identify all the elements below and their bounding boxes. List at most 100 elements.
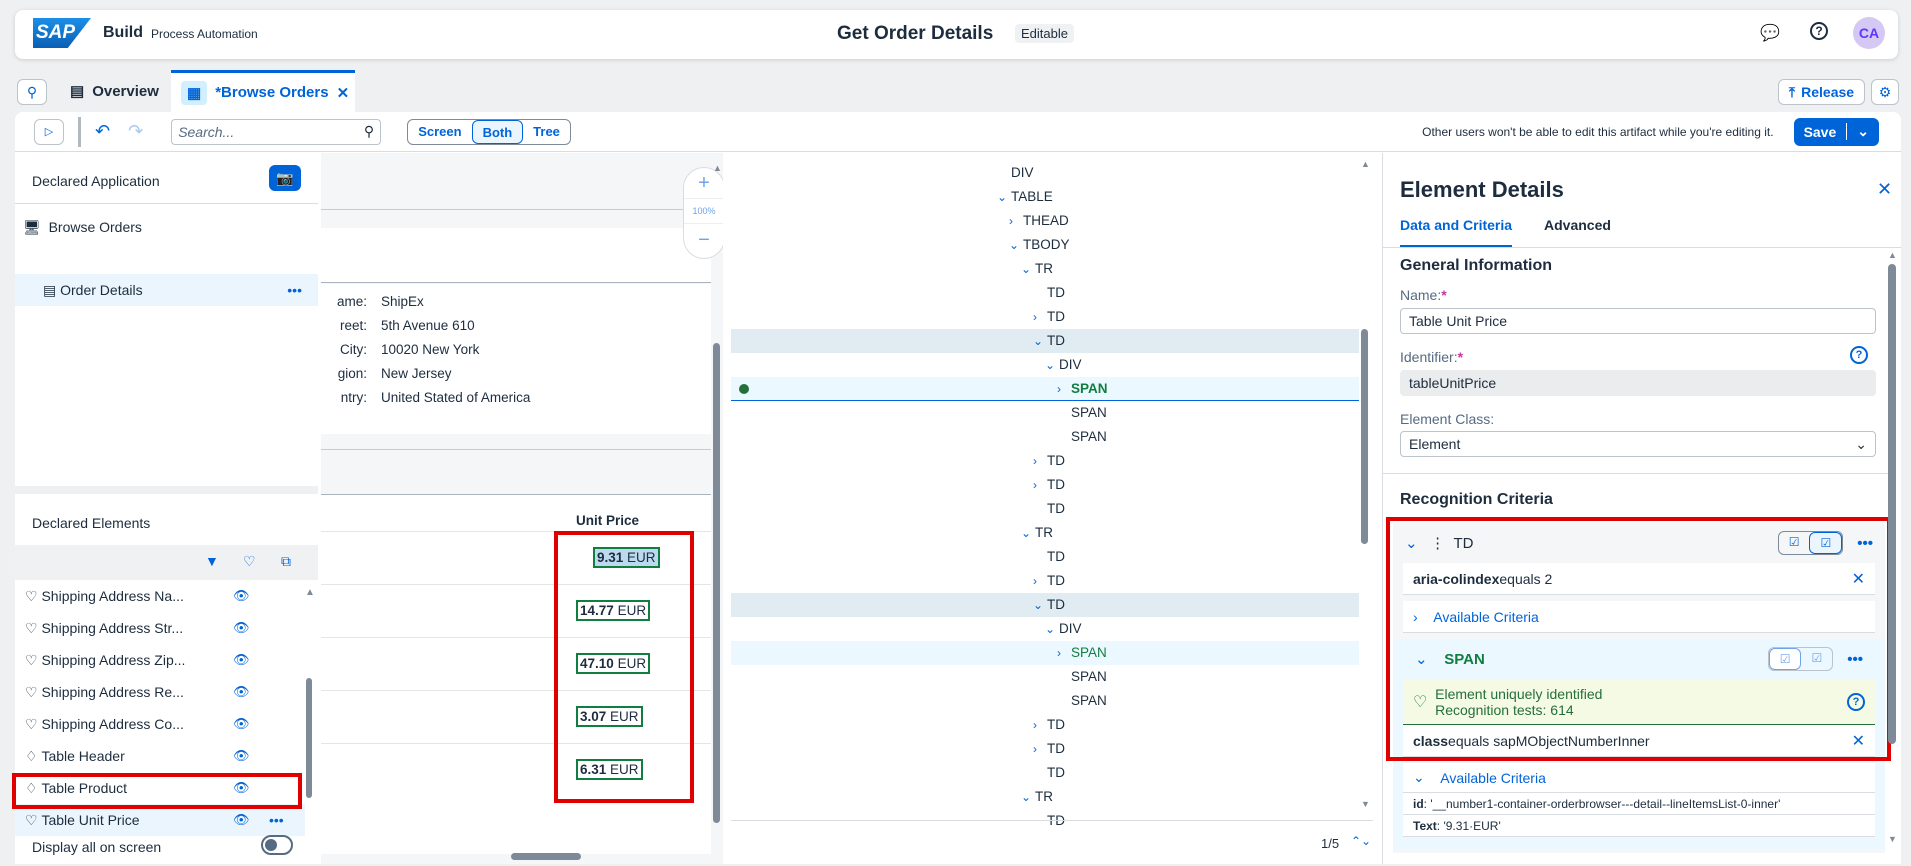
shield-check-icon: ♡ xyxy=(25,715,38,732)
declared-element-item[interactable]: ♡ Shipping Address Na... 👁 xyxy=(15,580,305,612)
element-class-select[interactable]: Element ⌄ xyxy=(1400,431,1876,457)
add-folder-icon[interactable]: ⧉ xyxy=(281,553,291,570)
display-all-toggle[interactable] xyxy=(261,835,293,855)
tree-node[interactable]: › SPAN xyxy=(731,641,1359,665)
element-class-label: Element Class: xyxy=(1400,411,1495,427)
save-button[interactable]: Save ⌄ xyxy=(1793,117,1879,146)
tree-node[interactable]: › TD xyxy=(731,713,1359,737)
details-scrollbar[interactable]: ▲ ▼ xyxy=(1888,250,1898,850)
tab-browse-orders[interactable]: ▦ *Browse Orders ✕ xyxy=(171,70,355,112)
tree-node[interactable]: TD xyxy=(731,281,1359,305)
tree-node[interactable]: TD xyxy=(731,545,1359,569)
attribute-text[interactable]: Text: '9.31·EUR' xyxy=(1403,815,1875,837)
tree-node[interactable]: SPAN xyxy=(731,689,1359,713)
help-icon[interactable]: ? xyxy=(1810,22,1828,40)
settings-icon[interactable]: ⚙ xyxy=(1871,79,1899,105)
declared-element-item[interactable]: ♡ Shipping Address Co... 👁 xyxy=(15,708,305,740)
tab-overview[interactable]: ▤ Overview xyxy=(70,82,159,101)
tree-node[interactable]: › SPAN xyxy=(731,377,1359,401)
pager-nav-icons[interactable]: ⌃⌄ xyxy=(1351,834,1371,848)
declared-element-item[interactable]: ♡ Shipping Address Re... 👁 xyxy=(15,676,305,708)
chevron-down-icon[interactable]: ⌄ xyxy=(1846,123,1879,140)
shield-check-icon: ♡ xyxy=(25,811,38,828)
eye-icon[interactable]: 👁 xyxy=(233,652,250,668)
address-field: ntry: United Stated of America xyxy=(321,390,531,405)
attribute-id[interactable]: id: '__number1-container-orderbrowser---… xyxy=(1403,793,1875,815)
tree-node[interactable]: ⌄ DIV xyxy=(731,617,1359,641)
tree-node-tag: DIV xyxy=(1059,621,1082,636)
tree-node[interactable]: SPAN xyxy=(731,425,1359,449)
tree-node[interactable]: ⌄ TABLE xyxy=(731,185,1359,209)
tree-node[interactable]: ⌄ DIV xyxy=(731,353,1359,377)
tree-node[interactable]: TD xyxy=(731,761,1359,785)
tree-node[interactable]: ⌄ TD xyxy=(731,593,1359,617)
tree-node[interactable]: SPAN xyxy=(731,665,1359,689)
view-tree[interactable]: Tree xyxy=(523,120,570,144)
eye-icon[interactable]: 👁 xyxy=(233,588,250,604)
splitter[interactable] xyxy=(15,486,318,494)
tree-node[interactable]: ⌄ TR xyxy=(731,257,1359,281)
tree-node[interactable]: › TD xyxy=(731,569,1359,593)
eye-icon[interactable]: 👁 xyxy=(233,620,250,636)
chevron-down-icon: ⌄ xyxy=(1021,526,1032,540)
tree-node[interactable]: TD xyxy=(731,809,1359,833)
tree-node-tag: TD xyxy=(1047,573,1065,588)
tree-node-tag: TD xyxy=(1047,597,1065,612)
left-panel: Declared Application 📷 🖥 Browse Orders ▤… xyxy=(12,153,318,864)
search-input[interactable]: Search... ⚲ xyxy=(171,118,382,145)
close-icon[interactable]: ✕ xyxy=(1877,179,1892,200)
tree-node[interactable]: ⌄ TR xyxy=(731,521,1359,545)
eye-icon[interactable]: 👁 xyxy=(233,812,250,828)
feedback-icon[interactable]: 💬 xyxy=(1760,23,1780,43)
close-tab-icon[interactable]: ✕ xyxy=(337,84,350,102)
tree-node[interactable]: › TD xyxy=(731,473,1359,497)
screen-hscrollbar[interactable] xyxy=(511,853,581,860)
divider xyxy=(78,116,81,147)
eye-icon[interactable]: 👁 xyxy=(233,748,250,764)
span-available-criteria[interactable]: ⌄ Available Criteria xyxy=(1403,763,1875,793)
tab-advanced[interactable]: Advanced xyxy=(1544,217,1611,233)
view-both[interactable]: Both xyxy=(471,119,524,144)
declared-element-item[interactable]: ♢ Table Header 👁 xyxy=(15,740,305,772)
tab-data-and-criteria[interactable]: Data and Criteria xyxy=(1400,217,1513,248)
tree-node[interactable]: › THEAD xyxy=(731,209,1359,233)
tree-node[interactable]: DIV xyxy=(731,161,1359,185)
tree-node[interactable]: › TD xyxy=(731,305,1359,329)
run-icon[interactable]: ▷ xyxy=(34,118,64,145)
find-icon[interactable]: ⚲ xyxy=(17,79,47,105)
view-screen[interactable]: Screen xyxy=(408,120,471,144)
tree-node[interactable]: SPAN xyxy=(731,401,1359,425)
eye-icon[interactable]: 👁 xyxy=(233,716,250,732)
more-icon[interactable]: ••• xyxy=(269,812,284,828)
tree-node[interactable]: ⌄ TD xyxy=(731,329,1359,353)
undo-icon[interactable]: ↶ xyxy=(95,121,110,142)
tree-node[interactable]: › TD xyxy=(731,449,1359,473)
more-icon[interactable]: ••• xyxy=(287,282,302,298)
tree-node[interactable]: › TD xyxy=(731,737,1359,761)
chevron-down-icon: ⌄ xyxy=(1855,436,1867,452)
release-button[interactable]: ⤒ Release xyxy=(1778,79,1865,105)
tree-scrollbar[interactable]: ▲ ▼ xyxy=(1361,159,1371,819)
name-field[interactable]: Table Unit Price xyxy=(1400,308,1876,334)
product-subtitle: Process Automation xyxy=(151,27,258,41)
help-icon[interactable]: ? xyxy=(1850,346,1868,364)
tree-node[interactable]: ⌄ TBODY xyxy=(731,233,1359,257)
shield-off-icon[interactable]: ♡ xyxy=(243,553,256,570)
declared-element-item[interactable]: ♡ Shipping Address Zip... 👁 xyxy=(15,644,305,676)
elements-scrollbar[interactable]: ▲ xyxy=(305,587,315,819)
tree-node-tag: SPAN xyxy=(1071,693,1107,708)
declared-element-item[interactable]: ♡ Shipping Address Str... 👁 xyxy=(15,612,305,644)
app-item-order-details[interactable]: ▤ Order Details ••• xyxy=(15,274,318,306)
capture-icon[interactable]: 📷 xyxy=(269,165,301,191)
name-label: Name:* xyxy=(1400,287,1447,303)
eye-icon[interactable]: 👁 xyxy=(233,684,250,700)
screen-vscrollbar[interactable]: ▲ xyxy=(713,163,722,823)
avatar[interactable]: CA xyxy=(1853,17,1885,49)
redo-icon[interactable]: ↷ xyxy=(128,121,143,142)
shield-filled-icon[interactable]: ▼ xyxy=(205,553,219,569)
tree-node[interactable]: ⌄ TR xyxy=(731,785,1359,809)
tree-node[interactable]: TD xyxy=(731,497,1359,521)
shield-check-icon: ♡ xyxy=(25,587,38,604)
address-value: United Stated of America xyxy=(381,390,531,405)
app-item-browse-orders[interactable]: 🖥 Browse Orders xyxy=(23,211,326,243)
